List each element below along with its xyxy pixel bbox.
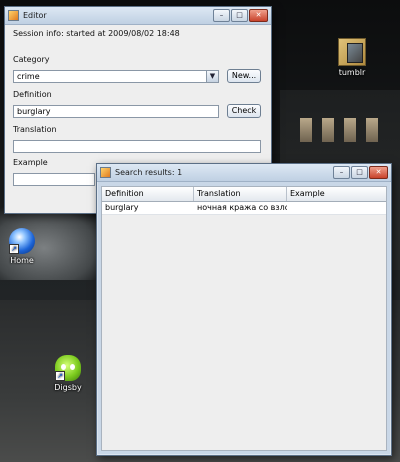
maximize-button[interactable]: □ xyxy=(351,166,368,179)
category-label: Category xyxy=(13,55,50,64)
background-window xyxy=(300,118,312,142)
minimize-button[interactable]: – xyxy=(213,9,230,22)
category-combobox[interactable]: crime ▼ xyxy=(13,70,219,83)
table-header: Definition Translation Example xyxy=(102,187,386,202)
translation-input[interactable] xyxy=(13,140,261,153)
definition-input[interactable] xyxy=(13,105,219,118)
background-window xyxy=(344,118,356,142)
check-button[interactable]: Check xyxy=(227,104,261,118)
close-button[interactable]: ✕ xyxy=(369,166,388,179)
category-value: crime xyxy=(17,72,40,81)
column-header-translation[interactable]: Translation xyxy=(194,187,287,201)
desktop-icon-label: Digsby xyxy=(54,383,82,392)
home-globe-icon: ↗ xyxy=(9,228,35,254)
shortcut-arrow-icon: ↗ xyxy=(55,371,65,381)
column-header-definition[interactable]: Definition xyxy=(102,187,194,201)
search-results-window: Search results: 1 – □ ✕ Definition Trans… xyxy=(96,163,392,456)
cell-definition: burglary xyxy=(105,203,139,212)
desktop-icon-home[interactable]: ↗ Home xyxy=(0,228,44,265)
folder-image-icon xyxy=(338,38,366,66)
session-info: Session info: started at 2009/08/02 18:4… xyxy=(13,29,180,38)
editor-titlebar[interactable]: Editor – □ ✕ xyxy=(5,7,271,25)
chevron-down-icon[interactable]: ▼ xyxy=(206,71,218,82)
maximize-button[interactable]: □ xyxy=(231,9,248,22)
java-app-icon xyxy=(8,10,19,21)
results-table: Definition Translation Example burglary … xyxy=(101,186,387,451)
definition-label: Definition xyxy=(13,90,52,99)
digsby-icon: ↗ xyxy=(55,355,81,381)
desktop-icon-label: Home xyxy=(10,256,34,265)
minimize-button[interactable]: – xyxy=(333,166,350,179)
table-row[interactable]: burglary ночная кража со взло... xyxy=(102,202,386,215)
example-input[interactable] xyxy=(13,173,95,186)
window-title: Editor xyxy=(23,11,47,20)
desktop-icon-label: tumblr xyxy=(338,68,366,77)
background-window xyxy=(322,118,334,142)
window-title: Search results: 1 xyxy=(115,168,183,177)
results-titlebar[interactable]: Search results: 1 – □ ✕ xyxy=(97,164,391,182)
new-category-button[interactable]: New... xyxy=(227,69,261,83)
java-app-icon xyxy=(100,167,111,178)
cell-translation: ночная кража со взло... xyxy=(197,203,287,212)
background-window xyxy=(366,118,378,142)
close-button[interactable]: ✕ xyxy=(249,9,268,22)
desktop-icon-digsby[interactable]: ↗ Digsby xyxy=(46,355,90,392)
cell-example xyxy=(287,202,386,214)
translation-label: Translation xyxy=(13,125,57,134)
column-header-example[interactable]: Example xyxy=(287,187,386,201)
desktop-icon-tumblr[interactable]: tumblr xyxy=(330,38,374,77)
shortcut-arrow-icon: ↗ xyxy=(9,244,19,254)
example-label: Example xyxy=(13,158,48,167)
